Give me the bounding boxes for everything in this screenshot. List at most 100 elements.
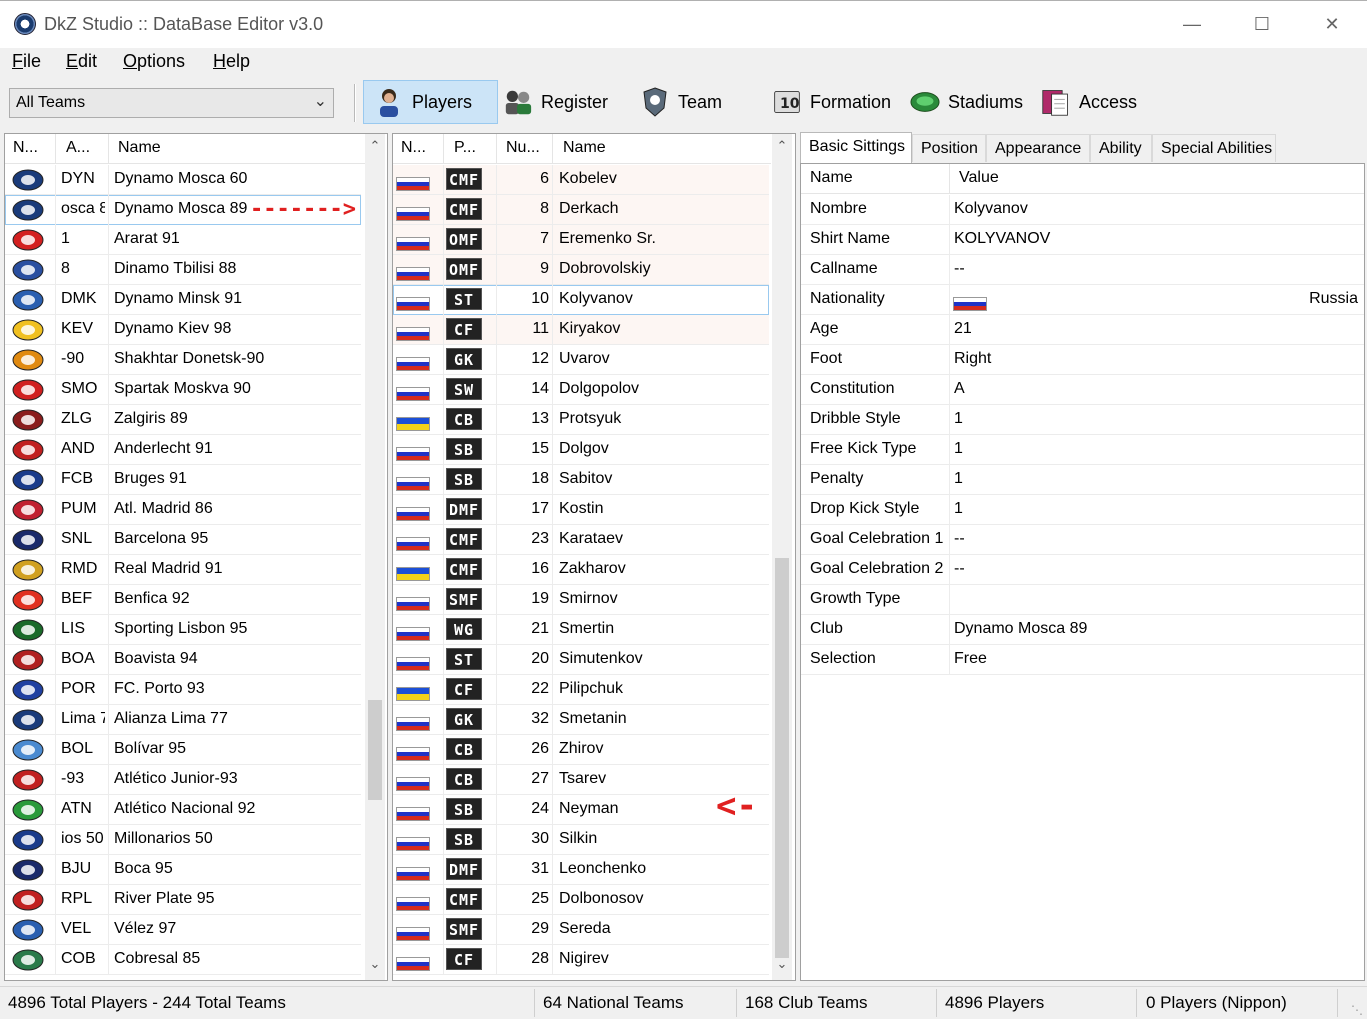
property-row[interactable]: Age 21 bbox=[801, 315, 1364, 345]
stadiums-button[interactable]: Stadiums bbox=[910, 80, 1023, 124]
property-value[interactable]: 21 bbox=[954, 320, 972, 338]
players-col-nation[interactable]: N... bbox=[401, 139, 426, 157]
menu-edit[interactable]: Edit bbox=[66, 51, 97, 72]
team-row[interactable]: ATN Atlético Nacional 92 bbox=[5, 795, 361, 825]
player-row[interactable]: CF 28 Nigirev bbox=[393, 945, 769, 975]
team-row[interactable]: POR FC. Porto 93 bbox=[5, 675, 361, 705]
team-row[interactable]: VEL Vélez 97 bbox=[5, 915, 361, 945]
team-row[interactable]: 8 Dinamo Tbilisi 88 bbox=[5, 255, 361, 285]
player-row[interactable]: GK 12 Uvarov bbox=[393, 345, 769, 375]
tab-basic-sittings[interactable]: Basic Sittings bbox=[800, 132, 912, 163]
player-row[interactable]: ST 10 Kolyvanov bbox=[393, 285, 769, 315]
players-scroll-thumb[interactable] bbox=[775, 558, 789, 958]
property-value[interactable]: 1 bbox=[954, 440, 963, 458]
player-row[interactable]: CB 26 Zhirov bbox=[393, 735, 769, 765]
property-row[interactable]: Drop Kick Style 1 bbox=[801, 495, 1364, 525]
property-row[interactable]: Growth Type bbox=[801, 585, 1364, 615]
property-row[interactable]: Goal Celebration 2 -- bbox=[801, 555, 1364, 585]
resize-grip-icon[interactable]: ⋱ bbox=[1351, 1003, 1363, 1017]
property-row[interactable]: Shirt Name KOLYVANOV bbox=[801, 225, 1364, 255]
property-row[interactable]: Nationality Russia bbox=[801, 285, 1364, 315]
property-value[interactable]: A bbox=[954, 380, 965, 398]
player-row[interactable]: SB 30 Silkin bbox=[393, 825, 769, 855]
tab-ability[interactable]: Ability bbox=[1090, 134, 1152, 162]
tab-appearance[interactable]: Appearance bbox=[986, 134, 1090, 162]
property-row[interactable]: Club Dynamo Mosca 89 bbox=[801, 615, 1364, 645]
player-row[interactable]: CB 27 Tsarev bbox=[393, 765, 769, 795]
property-value[interactable]: -- bbox=[954, 560, 965, 578]
players-col-number[interactable]: Nu... bbox=[506, 139, 540, 157]
scroll-down-icon[interactable]: ⌄ bbox=[365, 956, 385, 976]
menu-options[interactable]: Options bbox=[123, 51, 185, 72]
player-row[interactable]: WG 21 Smertin bbox=[393, 615, 769, 645]
player-row[interactable]: OMF 7 Eremenko Sr. bbox=[393, 225, 769, 255]
team-row[interactable]: FCB Bruges 91 bbox=[5, 465, 361, 495]
player-row[interactable]: CB 13 Protsyuk bbox=[393, 405, 769, 435]
player-row[interactable]: CF 22 Pilipchuk bbox=[393, 675, 769, 705]
teams-list[interactable]: N... A... Name DYN Dynamo Mosca 60 osca 8 D… bbox=[4, 133, 388, 981]
player-row[interactable]: CMF 6 Kobelev bbox=[393, 165, 769, 195]
property-value[interactable]: Kolyvanov bbox=[954, 200, 1028, 218]
player-row[interactable]: CMF 25 Dolbonosov bbox=[393, 885, 769, 915]
property-row[interactable]: Callname -- bbox=[801, 255, 1364, 285]
player-row[interactable]: SMF 19 Smirnov bbox=[393, 585, 769, 615]
property-row[interactable]: Foot Right bbox=[801, 345, 1364, 375]
menu-file[interactable]: File bbox=[12, 51, 41, 72]
property-value[interactable]: 1 bbox=[954, 410, 963, 428]
property-row[interactable]: Nombre Kolyvanov bbox=[801, 195, 1364, 225]
player-row[interactable]: SB 18 Sabitov bbox=[393, 465, 769, 495]
team-button[interactable]: Team bbox=[640, 80, 722, 124]
player-row[interactable]: DMF 17 Kostin bbox=[393, 495, 769, 525]
team-row[interactable]: ZLG Zalgiris 89 bbox=[5, 405, 361, 435]
team-filter-select[interactable]: All Teams ⌄ bbox=[9, 88, 334, 118]
players-scrollbar[interactable]: ⌃ ⌄ bbox=[772, 134, 792, 980]
player-row[interactable]: ST 20 Simutenkov bbox=[393, 645, 769, 675]
formation-button[interactable]: 10 Formation bbox=[772, 80, 891, 124]
player-row[interactable]: CMF 8 Derkach bbox=[393, 195, 769, 225]
player-row[interactable]: GK 32 Smetanin bbox=[393, 705, 769, 735]
property-value[interactable]: KOLYVANOV bbox=[954, 230, 1050, 248]
close-button[interactable]: ✕ bbox=[1297, 1, 1367, 47]
team-row[interactable]: BJU Boca 95 bbox=[5, 855, 361, 885]
players-button[interactable]: Players bbox=[363, 80, 498, 124]
property-row[interactable]: Constitution A bbox=[801, 375, 1364, 405]
property-value[interactable]: -- bbox=[954, 260, 965, 278]
property-row[interactable]: Dribble Style 1 bbox=[801, 405, 1364, 435]
teams-scroll-thumb[interactable] bbox=[368, 700, 382, 800]
scroll-up-icon[interactable]: ⌃ bbox=[365, 138, 385, 158]
teams-col-name[interactable]: Name bbox=[118, 139, 161, 157]
team-row[interactable]: COB Cobresal 85 bbox=[5, 945, 361, 975]
team-row[interactable]: -90 Shakhtar Donetsk-90 bbox=[5, 345, 361, 375]
property-value[interactable]: Dynamo Mosca 89 bbox=[954, 620, 1087, 638]
team-row[interactable]: DYN Dynamo Mosca 60 bbox=[5, 165, 361, 195]
property-value[interactable]: Free bbox=[954, 650, 987, 668]
teams-col-number[interactable]: N... bbox=[13, 139, 38, 157]
players-col-position[interactable]: P... bbox=[454, 139, 476, 157]
property-row[interactable]: Free Kick Type 1 bbox=[801, 435, 1364, 465]
access-button[interactable]: Access bbox=[1041, 80, 1137, 124]
team-row[interactable]: RMD Real Madrid 91 bbox=[5, 555, 361, 585]
player-row[interactable]: OMF 9 Dobrovolskiy bbox=[393, 255, 769, 285]
property-row[interactable]: Selection Free bbox=[801, 645, 1364, 675]
team-row[interactable]: DMK Dynamo Minsk 91 bbox=[5, 285, 361, 315]
teams-scrollbar[interactable]: ⌃ ⌄ bbox=[365, 134, 385, 980]
property-value[interactable]: 1 bbox=[954, 470, 963, 488]
team-row[interactable]: SMO Spartak Moskva 90 bbox=[5, 375, 361, 405]
player-row[interactable]: SB 15 Dolgov bbox=[393, 435, 769, 465]
property-row[interactable]: Goal Celebration 1 -- bbox=[801, 525, 1364, 555]
player-row[interactable]: CMF 16 Zakharov bbox=[393, 555, 769, 585]
team-row[interactable]: -93 Atlético Junior-93 bbox=[5, 765, 361, 795]
player-row[interactable]: DMF 31 Leonchenko bbox=[393, 855, 769, 885]
team-row[interactable]: BOA Boavista 94 bbox=[5, 645, 361, 675]
team-row[interactable]: BEF Benfica 92 bbox=[5, 585, 361, 615]
player-row[interactable]: SW 14 Dolgopolov bbox=[393, 375, 769, 405]
players-list[interactable]: N... P... Nu... Name CMF 6 Kobelev CMF 8 Derk… bbox=[392, 133, 796, 981]
team-row[interactable]: Lima 7 Alianza Lima 77 bbox=[5, 705, 361, 735]
player-row[interactable]: SB 24 Neyman bbox=[393, 795, 769, 825]
player-row[interactable]: CMF 23 Karataev bbox=[393, 525, 769, 555]
maximize-button[interactable]: ☐ bbox=[1227, 1, 1297, 47]
team-row[interactable]: PUM Atl. Madrid 86 bbox=[5, 495, 361, 525]
team-row[interactable]: ios 50 Millonarios 50 bbox=[5, 825, 361, 855]
scroll-up-icon[interactable]: ⌃ bbox=[772, 138, 792, 158]
property-row[interactable]: Penalty 1 bbox=[801, 465, 1364, 495]
